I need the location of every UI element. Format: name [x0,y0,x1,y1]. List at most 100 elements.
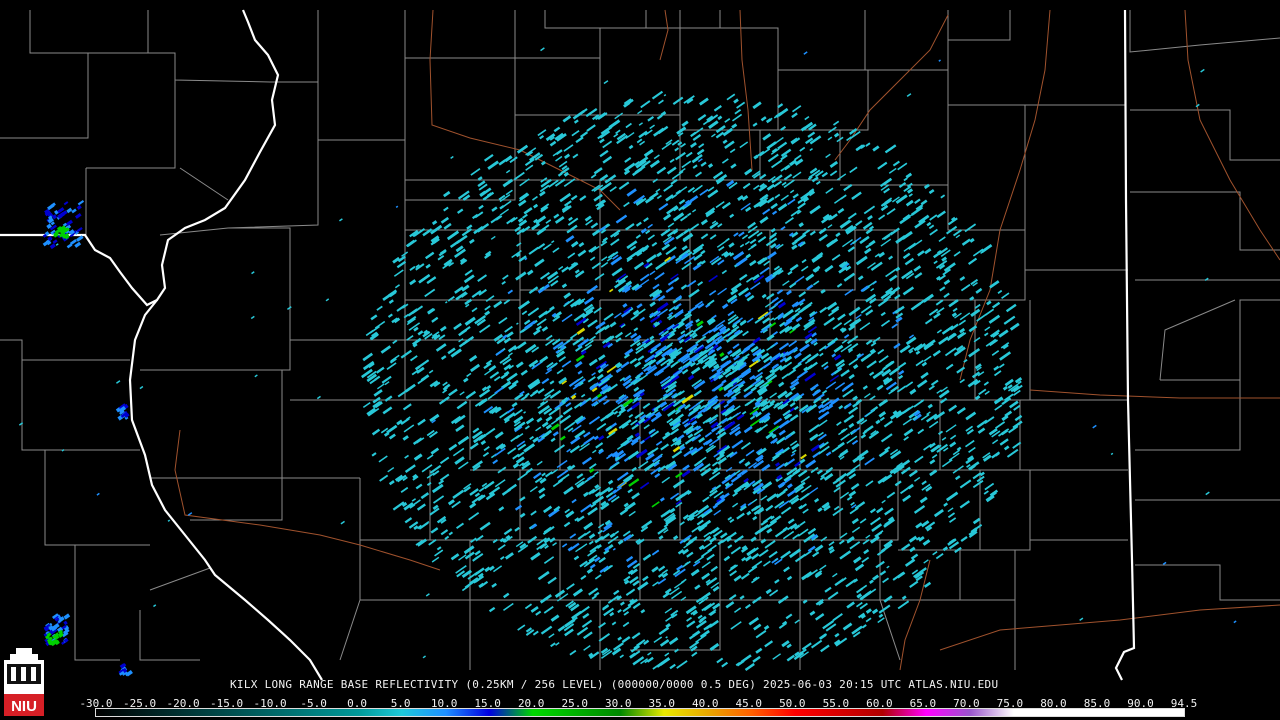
echo-pixel [577,370,583,375]
echo-pixel [603,312,614,321]
echo-pixel [740,572,750,580]
echo-pixel [665,623,671,629]
echo-pixel [768,425,780,434]
echo-pixel [872,145,880,152]
echo-pixel [961,238,971,246]
echo-pixel [543,556,555,564]
echo-pixel [721,158,729,164]
echo-pixel [736,101,746,109]
echo-pixel [884,144,897,154]
echo-pixel [791,449,797,454]
echo-pixel [501,280,506,285]
echo-pixel [959,275,966,282]
echo-pixel [888,255,893,260]
echo-pixel [1003,315,1016,325]
echo-pixel [601,256,608,262]
echo-pixel [649,270,656,276]
echo-pixel [956,366,966,374]
echo-pixel [450,553,460,561]
echo-pixel [649,335,655,340]
echo-pixel [950,434,957,440]
echo-pixel [898,369,905,376]
echo-pixel [787,198,796,206]
echo-pixel [686,551,694,558]
echo-pixel [733,574,742,582]
echo-pixel [593,167,603,175]
echo-pixel [537,224,550,234]
echo-pixel [671,170,684,180]
echo-pixel [639,481,650,490]
echo-pixel [580,503,592,513]
echo-pixel [710,565,718,572]
echo-pixel [614,312,622,319]
echo-pixel [540,47,545,52]
echo-pixel [400,349,412,359]
echo-pixel [709,234,717,240]
echo-pixel [947,512,955,518]
echo-pixel [325,298,330,302]
echo-pixel [439,456,450,464]
echo-pixel [742,182,751,189]
echo-pixel [664,652,670,657]
echo-pixel [412,437,423,446]
echo-pixel [766,141,777,150]
echo-pixel [933,312,941,319]
echo-pixel [466,372,472,377]
echo-pixel [686,616,693,622]
echo-pixel [923,581,932,588]
echo-pixel [940,194,946,199]
echo-pixel [854,220,863,227]
echo-pixel [494,479,506,488]
echo-pixel [728,242,735,248]
echo-pixel [994,404,1003,411]
echo-pixel [459,391,465,396]
echo-pixel [692,630,701,638]
echo-pixel [460,326,471,335]
echo-pixel [840,194,847,200]
echo-pixel [1205,491,1210,496]
echo-pixel [734,109,742,115]
echo-pixel [613,589,620,596]
echo-pixel [591,395,599,403]
echo-pixel [959,500,971,509]
echo-pixel [782,280,790,287]
echo-pixel [658,565,666,572]
echo-pixel [539,190,546,197]
echo-pixel [800,303,812,313]
echo-pixel [664,607,673,614]
echo-pixel [513,409,523,417]
echo-pixel [744,240,750,246]
echo-pixel [799,492,810,501]
echo-pixel [702,329,712,337]
echo-pixel [928,420,939,429]
echo-pixel [858,275,864,281]
echo-pixel [860,433,867,439]
echo-pixel [517,472,528,481]
echo-pixel [690,366,701,375]
echo-pixel [933,508,944,518]
echo-pixel [744,555,753,562]
echo-pixel [537,388,545,394]
echo-pixel [894,305,905,314]
echo-pixel [823,316,835,326]
echo-pixel [646,254,657,263]
echo-pixel [883,595,893,603]
echo-pixel [652,581,659,587]
echo-pixel [836,173,847,181]
echo-pixel [490,215,502,224]
echo-pixel [1233,620,1237,624]
echo-pixel [576,327,586,335]
echo-pixel [847,342,859,352]
echo-pixel [793,352,802,359]
echo-pixel [631,632,641,640]
echo-pixel [865,617,872,623]
echo-pixel [851,427,861,434]
echo-pixel [700,219,708,226]
echo-pixel [725,466,733,473]
echo-pixel [843,334,850,339]
echo-pixel [727,310,735,317]
echo-pixel [676,564,684,571]
echo-pixel [582,612,590,619]
echo-pixel [938,336,949,346]
echo-pixel [839,219,851,229]
